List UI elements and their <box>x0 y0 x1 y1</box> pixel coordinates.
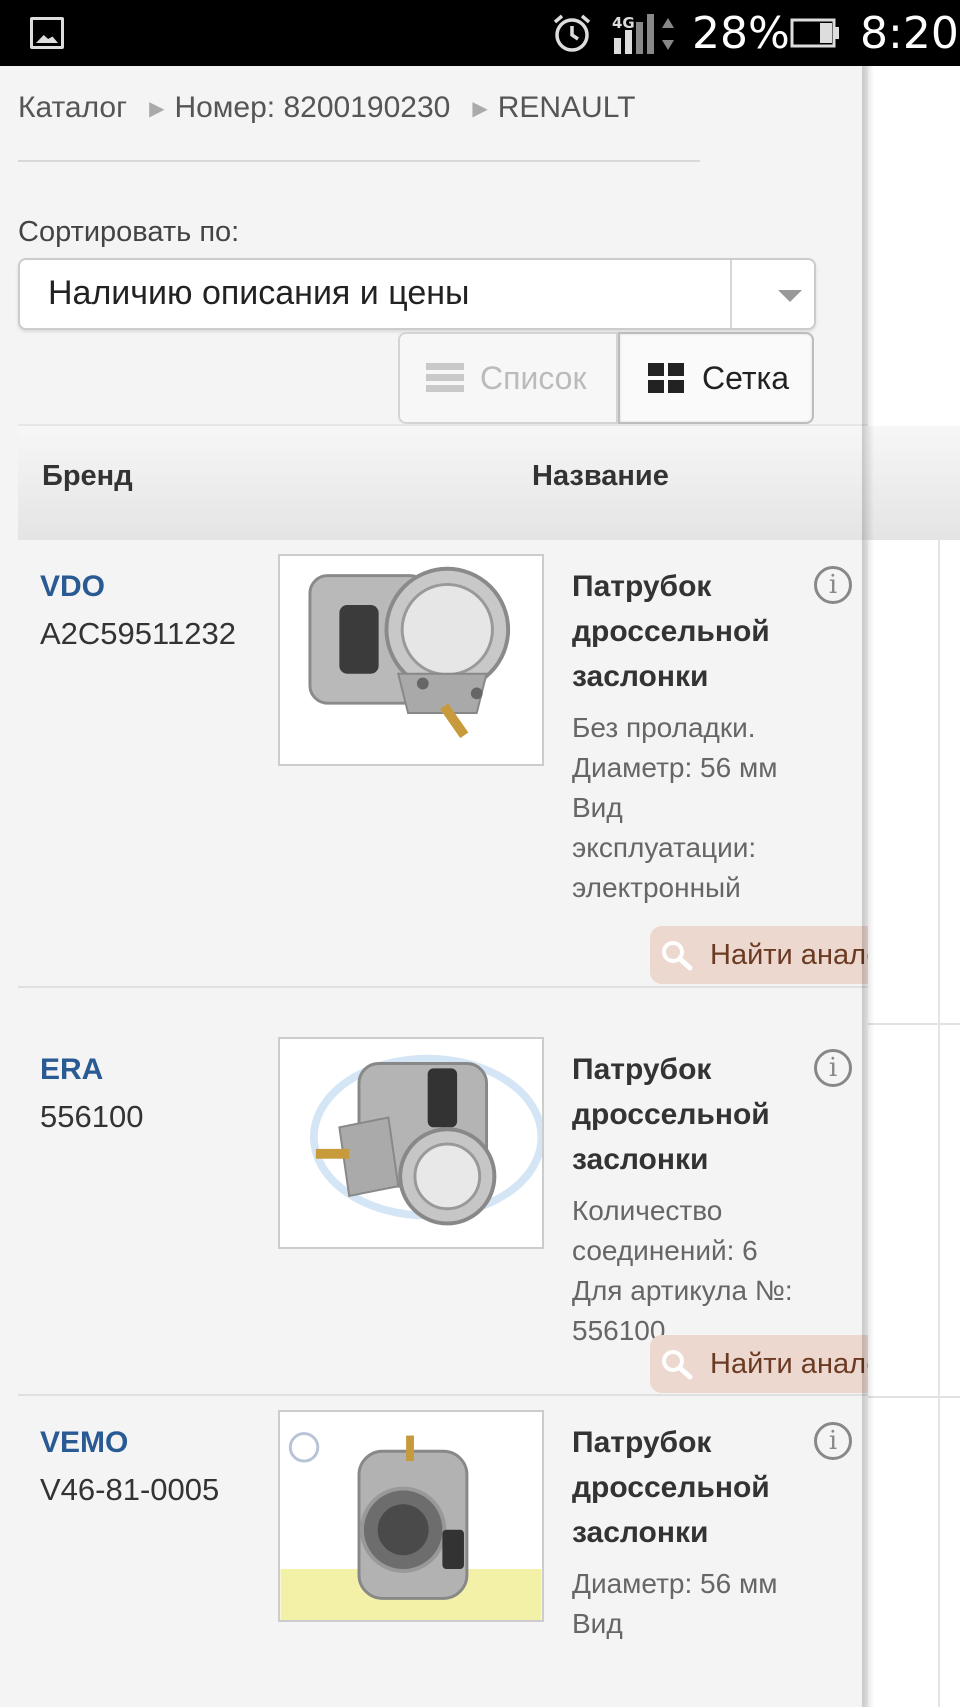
name-column-header: Название <box>532 460 669 492</box>
breadcrumb-arrow-icon: ▶ <box>472 97 488 120</box>
table-row: VDO A2C59511232 Патрубок дроссельной зас… <box>18 540 868 988</box>
grid-icon <box>648 363 686 393</box>
breadcrumb-arrow-icon: ▶ <box>149 97 165 120</box>
info-icon[interactable]: i <box>814 566 852 604</box>
battery-icon <box>790 18 839 48</box>
sort-label: Сортировать по: <box>18 216 240 248</box>
breadcrumb: Каталог ▶ Номер: 8200190230 ▶ RENAULT <box>18 88 636 128</box>
product-description: Количество соединений: 6 Для артикула №:… <box>572 1195 793 1346</box>
product-image[interactable] <box>278 554 544 766</box>
magnifier-icon <box>662 941 693 971</box>
gallery-notification-icon <box>30 17 64 49</box>
list-view-button[interactable]: Список <box>398 332 618 424</box>
list-icon <box>426 363 464 393</box>
side-panel-edge <box>868 66 960 1707</box>
find-analogs-label: Найти аналоги <box>710 1347 868 1380</box>
grid-view-label: Сетка <box>702 359 789 396</box>
breadcrumb-brand[interactable]: RENAULT <box>498 91 636 125</box>
product-title[interactable]: Патрубок дроссельной заслонки <box>572 1047 812 1182</box>
product-brand-link[interactable]: VDO <box>40 570 105 604</box>
product-code: 556100 <box>40 1099 144 1134</box>
sort-select[interactable]: Наличию описания и цены <box>18 258 816 330</box>
find-analogs-button[interactable]: Найти аналоги <box>650 1335 868 1393</box>
table-row: VEMO V46-81-0005 Патрубок дроссельной за… <box>18 1396 868 1707</box>
info-icon[interactable]: i <box>814 1422 852 1460</box>
product-description: Без проладки. Диаметр: 56 мм Вид эксплуа… <box>572 712 778 903</box>
brand-column-header: Бренд <box>42 460 133 492</box>
battery-percent: 28% <box>692 8 790 59</box>
list-view-label: Список <box>480 359 587 396</box>
product-brand-link[interactable]: ERA <box>40 1053 103 1087</box>
grid-view-button[interactable]: Сетка <box>618 332 814 424</box>
network-type: 4G <box>612 14 635 32</box>
find-analogs-button[interactable]: Найти аналоги <box>650 926 868 984</box>
product-title[interactable]: Патрубок дроссельной заслонки <box>572 564 812 699</box>
catalog-page: Каталог ▶ Номер: 8200190230 ▶ RENAULT Со… <box>0 66 868 1707</box>
find-analogs-label: Найти аналоги <box>710 938 868 971</box>
magnifier-icon <box>662 1350 693 1380</box>
sort-selected-value: Наличию описания и цены <box>48 274 470 312</box>
signal-icon: 4G <box>612 14 674 54</box>
clock: 8:20 <box>860 8 959 59</box>
view-toggle: Список Сетка <box>398 332 814 424</box>
product-image[interactable] <box>278 1037 544 1249</box>
product-image[interactable] <box>278 1410 544 1622</box>
product-code: A2C59511232 <box>40 616 236 651</box>
chevron-down-icon <box>778 290 802 302</box>
breadcrumb-number[interactable]: Номер: 8200190230 <box>174 91 450 125</box>
product-description: Диаметр: 56 мм Вид <box>572 1568 778 1639</box>
status-bar: 4G 28% 8:20 <box>0 0 960 66</box>
table-row: ERA 556100 Патрубок дроссельной заслонки… <box>18 1023 868 1396</box>
product-brand-link[interactable]: VEMO <box>40 1426 128 1460</box>
product-title[interactable]: Патрубок дроссельной заслонки <box>572 1420 812 1555</box>
product-code: V46-81-0005 <box>40 1472 220 1507</box>
table-header: Бренд Название <box>18 424 868 540</box>
alarm-icon <box>553 14 591 52</box>
breadcrumb-divider <box>18 160 700 162</box>
breadcrumb-catalog[interactable]: Каталог <box>18 91 127 125</box>
info-icon[interactable]: i <box>814 1049 852 1087</box>
